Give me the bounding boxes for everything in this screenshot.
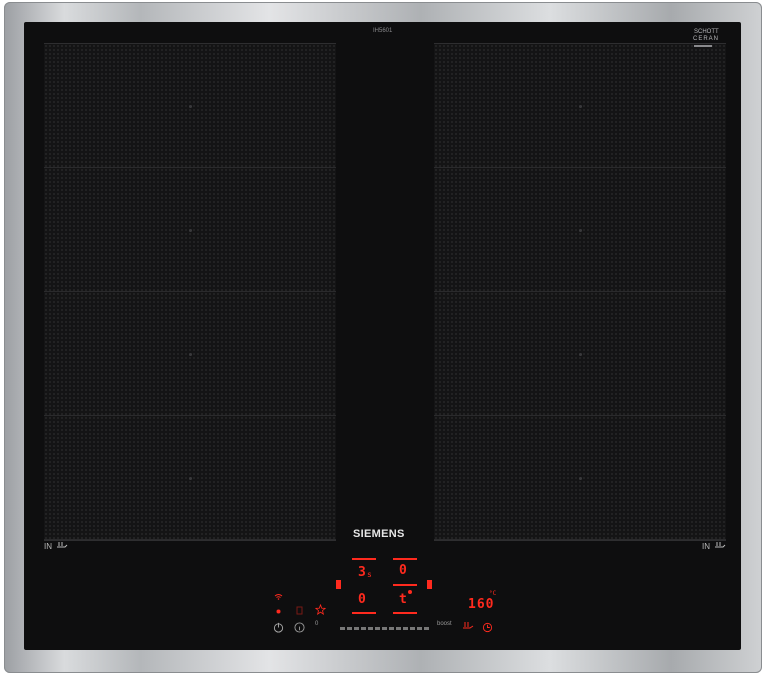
favourite-star-icon[interactable] (315, 604, 326, 615)
right-zone-1 (434, 44, 726, 168)
wifi-icon[interactable] (274, 593, 283, 600)
maker-mark-line2: CERAN (693, 36, 720, 42)
right-zone-3 (434, 292, 726, 416)
status-dot-icon (276, 609, 281, 614)
slider-max-label: boost (437, 621, 452, 627)
zone-center-dot (579, 104, 582, 108)
right-flex-bar-top (393, 558, 417, 560)
pan-icon (57, 542, 68, 548)
left-flex-bar-bottom (352, 612, 376, 614)
left-flex-bar-top (352, 558, 376, 560)
maker-mark-line1: SCHOTT (694, 29, 719, 35)
right-zone-select-button[interactable] (427, 580, 432, 589)
left-zone-2 (44, 168, 336, 292)
left-power-level-bottom: 0 (358, 592, 366, 607)
zone-center-dot (579, 352, 582, 356)
left-zone-4 (44, 416, 336, 540)
zone-center-dot (189, 476, 192, 480)
info-icon[interactable] (294, 622, 305, 633)
right-zone-2 (434, 168, 726, 292)
temperature-unit: °C (489, 590, 497, 597)
left-power-sub: s (367, 570, 372, 579)
right-zone-4 (434, 416, 726, 540)
lock-icon[interactable] (296, 606, 303, 615)
left-zone-3 (44, 292, 336, 416)
right-zone-bottom-line (434, 540, 726, 541)
right-power-level: 0 (399, 563, 407, 578)
left-zone-1 (44, 44, 336, 168)
maker-mark-bar (694, 45, 712, 47)
zone-center-dot (189, 352, 192, 356)
power-icon[interactable] (273, 622, 284, 633)
left-zone-top-line (44, 43, 336, 44)
frying-sensor-icon[interactable] (462, 621, 474, 632)
brand-logo: SIEMENS (353, 528, 405, 540)
right-zone-label: IN (702, 542, 710, 551)
right-flex-bar-bottom (393, 612, 417, 614)
left-power-level: 3 (358, 565, 366, 580)
zone-center-dot (579, 228, 582, 232)
timer-icon[interactable] (482, 622, 493, 633)
left-zone-select-button[interactable] (336, 580, 341, 589)
center-top-mark: IH5601 (373, 28, 393, 34)
right-power-level-bottom: t (399, 592, 407, 607)
right-zone-top-line (434, 43, 726, 44)
left-zone-label: IN (44, 542, 52, 551)
slider-min-label: 0 (315, 621, 319, 627)
left-zone-bottom-line (44, 540, 336, 541)
temperature-display: 160 (468, 597, 495, 612)
power-slider[interactable] (340, 627, 430, 630)
timer-indicator-icon (408, 590, 412, 594)
zone-center-dot (189, 228, 192, 232)
pan-icon (715, 542, 726, 548)
right-flex-bar-mid (393, 584, 417, 586)
zone-center-dot (189, 104, 192, 108)
zone-center-dot (579, 476, 582, 480)
